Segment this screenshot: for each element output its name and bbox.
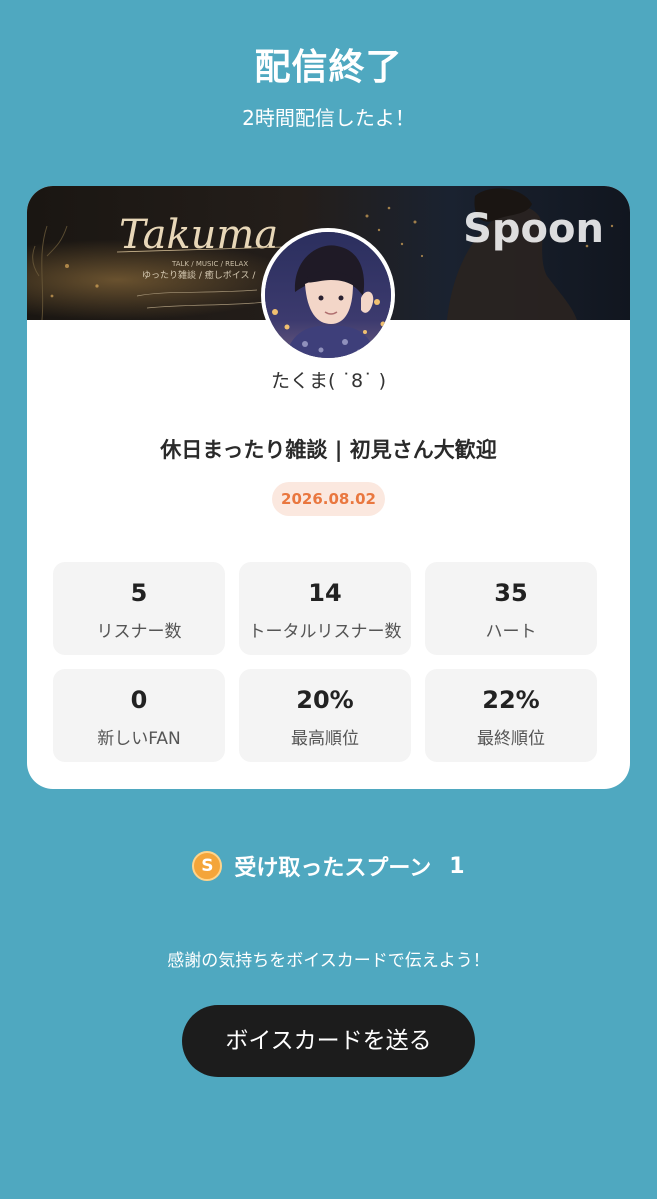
- avatar: [261, 228, 395, 362]
- stat-listeners: 5 リスナー数: [53, 562, 225, 655]
- stat-value: 20%: [296, 686, 354, 714]
- stat-label: 最終順位: [477, 729, 545, 749]
- spoon-brand-logo: Spoon: [463, 206, 604, 252]
- stat-value: 0: [130, 686, 148, 714]
- stat-value: 22%: [482, 686, 540, 714]
- stat-value: 5: [130, 579, 148, 607]
- stat-value: 35: [494, 579, 528, 607]
- stat-value: 14: [308, 579, 342, 607]
- stat-label: 新しいFAN: [97, 729, 181, 749]
- page-title: 配信終了: [254, 47, 403, 88]
- stat-highest-rank: 20% 最高順位: [239, 669, 411, 762]
- stat-label: 最高順位: [291, 729, 359, 749]
- banner-tagline: TALK / MUSIC / RELAX: [171, 260, 248, 268]
- banner-subtag: ゆったり雑談 / 癒しボイス /: [142, 269, 256, 281]
- stat-total-listeners: 14 トータルリスナー数: [239, 562, 411, 655]
- stat-label: トータルリスナー数: [248, 622, 402, 642]
- stat-new-fans: 0 新しいFAN: [53, 669, 225, 762]
- stat-label: リスナー数: [96, 622, 182, 642]
- stat-hearts: 35 ハート: [425, 562, 597, 655]
- received-spoons-label: 受け取ったスプーン: [234, 856, 432, 881]
- stat-final-rank: 22% 最終順位: [425, 669, 597, 762]
- stat-label: ハート: [485, 622, 537, 642]
- received-spoons: S 受け取ったスプーン 1: [0, 850, 657, 886]
- spoon-coin-icon: S: [192, 851, 223, 881]
- send-voice-card-button[interactable]: ボイスカードを送る: [182, 1005, 475, 1077]
- broadcast-summary-card: Takuma TALK / MUSIC / RELAX ゆったり雑談 / 癒しボ…: [27, 186, 630, 789]
- page-subtitle: 2時間配信したよ！: [242, 106, 415, 130]
- thanks-message: 感謝の気持ちをボイスカードで伝えよう！: [167, 951, 490, 971]
- received-spoons-count: 1: [449, 853, 465, 879]
- date-badge: 2026.08.02: [272, 482, 385, 516]
- stream-title: 休日まったり雑談 | 初見さん大歓迎: [160, 438, 497, 462]
- username: たくま( ˙8˙ ): [271, 370, 386, 392]
